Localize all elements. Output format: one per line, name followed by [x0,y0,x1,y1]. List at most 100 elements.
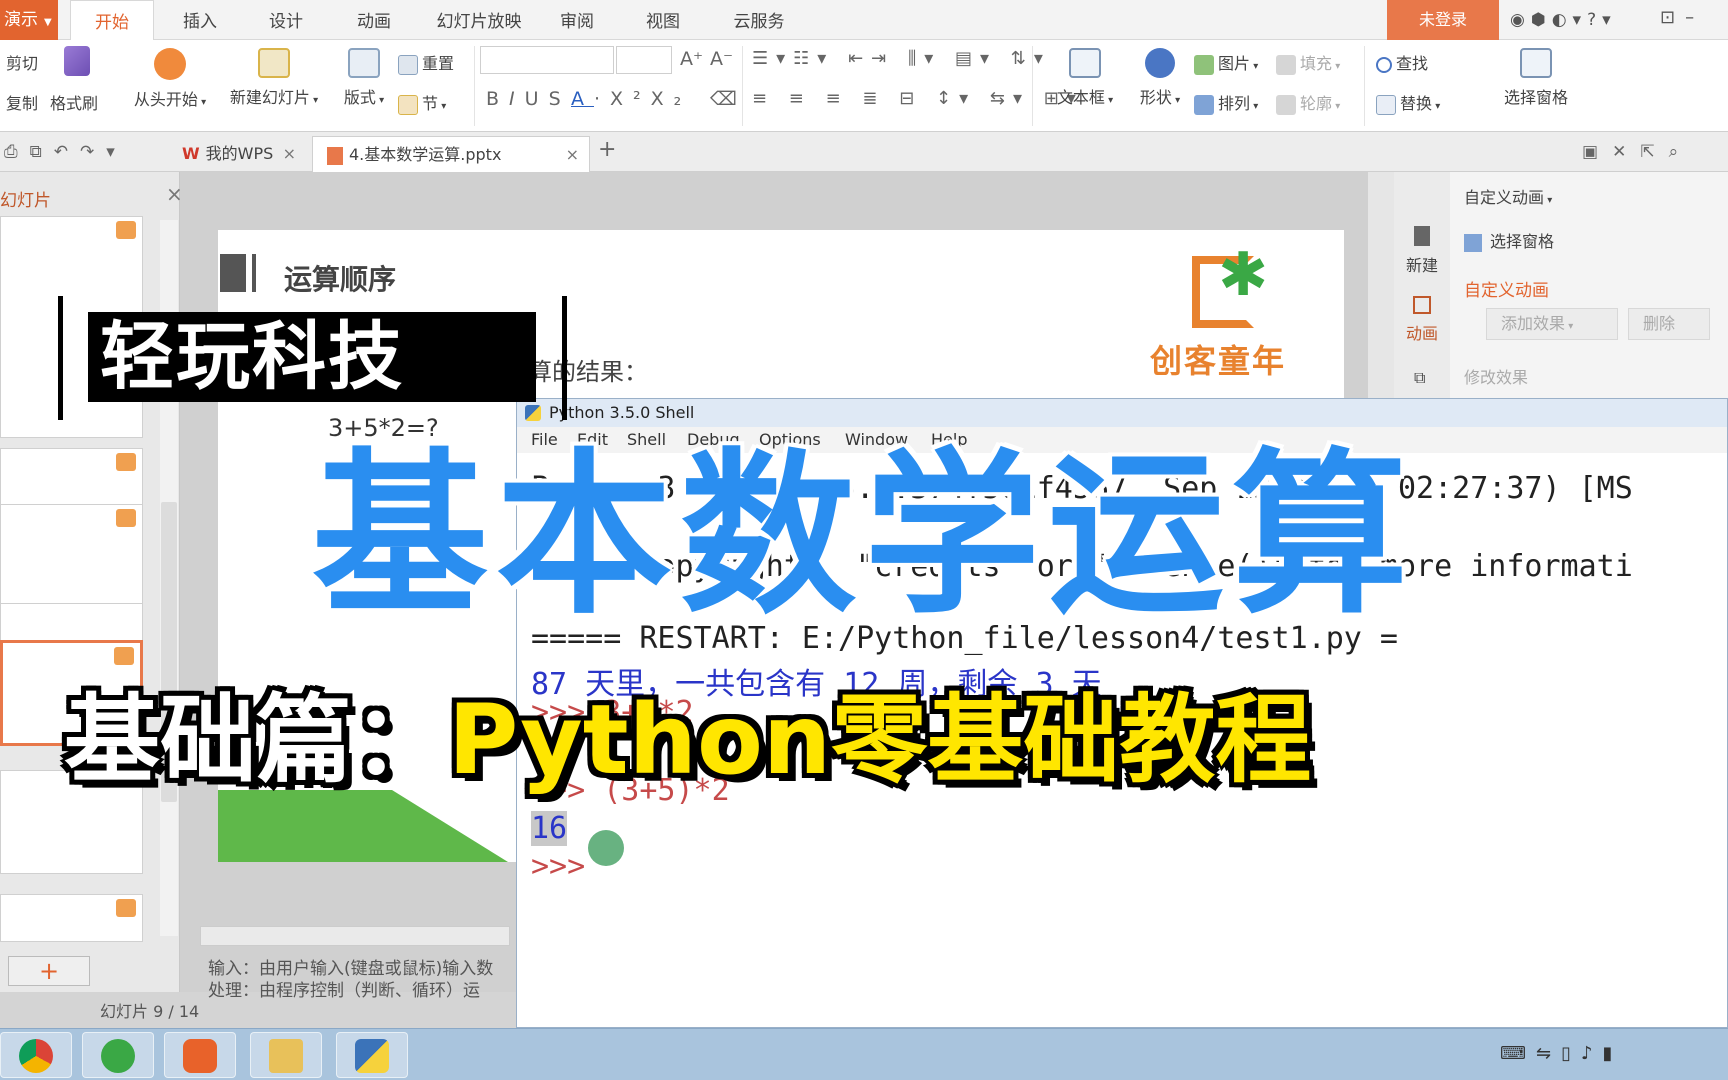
divider [1032,46,1033,126]
add-effect-button[interactable]: 添加效果 ▾ [1486,308,1618,340]
new-tab-button[interactable]: + [598,137,616,162]
chevron-down-icon[interactable]: ▾ [106,142,127,162]
restore-icon[interactable]: ⊡ [1660,7,1685,28]
tab-slideshow[interactable]: 幻灯片放映 [424,0,534,40]
taskbar-chrome[interactable] [0,1032,72,1078]
grow-font-icon[interactable]: A⁺ [680,48,703,70]
right-toolbar-icons[interactable]: ▣✕⇱⌕ [1582,142,1692,162]
reset-button[interactable]: 重置 [398,50,454,75]
pin-icon[interactable]: ✕ [1612,142,1640,162]
arrange-button[interactable]: 排列 ▾ [1194,90,1258,115]
settings-icon[interactable]: ⬢ [1531,10,1552,30]
feedback-icon[interactable]: ◐▾ [1552,10,1587,30]
paragraph-list-buttons[interactable]: ☰▾☷▾ ⇤⇥ ⫼▾ ▤▾ ⇅▾ [752,48,1051,69]
pptx-file-icon [327,146,343,165]
replace-label: 替换 [1400,94,1433,113]
taskbar-ie[interactable] [82,1032,154,1078]
taskbar-python[interactable] [336,1032,408,1078]
window-controls[interactable]: ⊡– [1660,7,1704,28]
shape-button[interactable]: 形状 ▾ [1132,48,1188,108]
present-icon[interactable]: ▣ [1582,142,1612,162]
arrange-label: 排列 [1218,94,1251,113]
ribbon-toolbar: 剪切 复制 格式刷 从头开始 ▾ 新建幻灯片 ▾ 版式 ▾ 重置 节 ▾ A⁺ … [0,40,1728,132]
copy-button[interactable]: 复制 [6,90,38,114]
tab-animation[interactable]: 动画 [334,0,414,40]
network-share-icon[interactable]: ⇋ [1536,1043,1561,1064]
shell-prompt[interactable]: >>> [531,849,585,884]
cut-button[interactable]: 剪切 [6,50,38,74]
tab-review[interactable]: 审阅 [542,0,612,40]
share-icon[interactable]: ⇱ [1640,142,1668,162]
section-button[interactable]: 节 ▾ [398,90,446,115]
horizontal-scrollbar[interactable] [200,926,510,946]
layout-button[interactable]: 版式 ▾ [338,48,390,108]
device-icon[interactable]: ▯ [1561,1043,1581,1064]
fill-button[interactable]: 填充 ▾ [1276,50,1340,75]
slide-thumbnail[interactable] [0,894,143,942]
slide-thumbnail[interactable] [0,504,143,604]
tab-insert[interactable]: 插入 [160,0,240,40]
login-button[interactable]: 未登录 [1387,0,1499,40]
animation-pane-button[interactable]: 动画 [1402,296,1442,344]
top-toolbar-icons[interactable]: ◉⬢◐▾?▾ [1510,10,1617,30]
preview-icon[interactable]: ⧉ [30,142,54,162]
signal-icon[interactable]: ▮ [1602,1043,1622,1064]
font-style-buttons[interactable]: BIUSA·X²X₂ [486,88,691,110]
font-size-select[interactable] [616,46,672,74]
find-button[interactable]: 查找 [1376,50,1428,74]
volume-icon[interactable]: ♪ [1581,1043,1603,1064]
format-painter-label: 格式刷 [50,94,99,113]
app-menu-button[interactable]: 演示 ▼ [0,0,58,40]
custom-animation-title: 自定义动画 [1464,281,1549,301]
custom-animation-dropdown[interactable]: 自定义动画 ▾ [1464,184,1552,208]
select-pane-button[interactable]: 选择窗格 [1498,48,1574,108]
print-icon[interactable]: ⎙ [4,142,30,162]
text-box-button[interactable]: 文本框 ▾ [1050,48,1120,108]
outline-button[interactable]: 轮廓 ▾ [1276,90,1340,115]
new-slide-button[interactable]: 新建幻灯片 ▾ [224,48,324,108]
from-start-button[interactable]: 从头开始 ▾ [128,48,212,110]
help-icon[interactable]: ?▾ [1587,10,1617,30]
python-shell-titlebar[interactable]: Python 3.5.0 Shell [517,399,1727,427]
logo-figure-icon: ✱ [1218,240,1269,310]
animation-icon [1413,296,1431,314]
slide-subtitle[interactable]: 算的结果： [528,352,648,387]
paragraph-align-buttons[interactable]: ≡ ≡ ≡ ≣ ⊟ ↕▾ ⇆▾ ⊞▾ [752,88,1084,109]
clear-format-icon[interactable]: ⌫ [710,88,737,110]
close-icon[interactable]: × [283,136,296,172]
tab-cloud[interactable]: 云服务 [714,0,804,40]
tab-view[interactable]: 视图 [628,0,698,40]
minimize-icon[interactable]: – [1685,7,1704,28]
skin-icon[interactable]: ◉ [1510,10,1531,30]
slide-title[interactable]: 运算顺序 [284,258,396,298]
tab-document[interactable]: 4.基本数学运算.pptx × [312,136,590,172]
notes-line: 输入：由用户输入(键盘或鼠标)输入数 [208,959,494,979]
undo-icon[interactable]: ↶ [54,142,80,162]
custom-animation-dropdown-label: 自定义动画 [1464,188,1545,207]
picture-button[interactable]: 图片 ▾ [1194,50,1258,75]
shrink-font-icon[interactable]: A⁻ [710,48,733,70]
close-icon[interactable]: × [566,137,579,173]
format-painter-button[interactable] [52,46,102,82]
tab-my-wps[interactable]: W 我的WPS × [168,136,306,172]
replace-button[interactable]: 替换 ▾ [1376,90,1440,115]
browser-e-icon [101,1039,135,1073]
shell-result: 16 [531,811,568,846]
taskbar-explorer[interactable] [250,1032,322,1078]
taskbar-wps[interactable] [164,1032,236,1078]
pane-extra-icon[interactable]: ⧉ [1414,368,1425,388]
delete-effect-button[interactable]: 删除 [1628,308,1710,340]
system-tray[interactable]: ⌨⇋▯♪▮ [1500,1043,1622,1064]
keyboard-icon[interactable]: ⌨ [1500,1043,1536,1064]
format-painter-label-button[interactable]: 格式刷 [50,90,98,114]
tab-home[interactable]: 开始 [70,0,154,41]
select-pane-link[interactable]: 选择窗格 [1464,228,1554,252]
add-slide-button[interactable]: + [8,956,90,986]
quick-access-toolbar[interactable]: ⎙⧉↶↷▾ [4,142,127,162]
font-family-select[interactable] [480,46,614,74]
tab-design[interactable]: 设计 [246,0,326,40]
search-icon[interactable]: ⌕ [1669,142,1693,162]
slide-notes[interactable]: 输入：由用户输入(键盘或鼠标)输入数 处理：由程序控制（判断、循环）运 [208,958,493,1002]
new-pane-button[interactable]: 新建 [1402,226,1442,276]
redo-icon[interactable]: ↷ [80,142,106,162]
